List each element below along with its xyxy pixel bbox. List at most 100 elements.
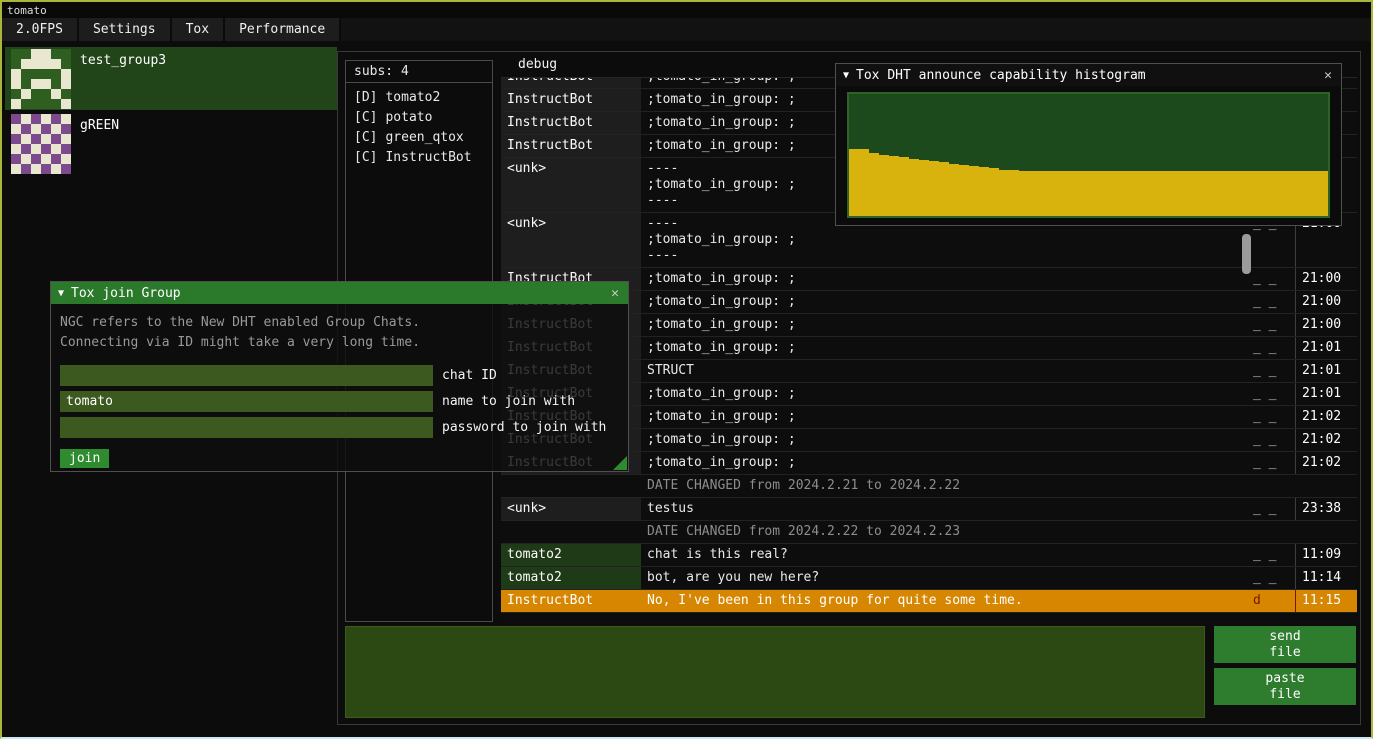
histogram-bar xyxy=(1059,171,1069,216)
message-time: 21:02 xyxy=(1295,452,1357,474)
message-sender: <unk> xyxy=(501,498,641,520)
sidebar-group-test-group3[interactable]: test_group3 xyxy=(5,47,337,110)
message-flags: _ _ xyxy=(1243,498,1295,520)
message-time: 23:38 xyxy=(1295,498,1357,520)
chat-message-row[interactable]: InstructBot;tomato_in_group: ;_ _21:00 xyxy=(501,314,1357,337)
histogram-titlebar[interactable]: ▼ Tox DHT announce capability histogram … xyxy=(836,64,1341,86)
histogram-bar xyxy=(1099,171,1109,216)
member-name: potato xyxy=(385,110,432,125)
join-body: NGC refers to the New DHT enabled Group … xyxy=(51,304,628,468)
menu-tox[interactable]: Tox xyxy=(172,18,225,41)
resize-grip-icon[interactable] xyxy=(613,456,627,470)
join-password-input[interactable] xyxy=(60,417,433,438)
chat-message-row[interactable]: <unk>testus_ _23:38 xyxy=(501,498,1357,521)
chat-message-row[interactable]: tomato2chat is this real?_ _11:09 xyxy=(501,544,1357,567)
menu-settings[interactable]: Settings xyxy=(79,18,172,41)
member-name: green_qtox xyxy=(385,130,463,145)
histogram-bar xyxy=(1149,171,1159,216)
histogram-bar xyxy=(1288,171,1298,216)
message-time: 21:01 xyxy=(1295,337,1357,359)
chat-id-input[interactable] xyxy=(60,365,433,386)
message-text: chat is this real? xyxy=(641,544,1243,566)
histogram-bar xyxy=(1079,171,1089,216)
menu-performance[interactable]: Performance xyxy=(225,18,341,41)
histogram-bar xyxy=(859,149,869,216)
chat-scrollbar-thumb[interactable] xyxy=(1242,234,1251,274)
histogram-bar xyxy=(1029,171,1039,216)
message-time: 21:01 xyxy=(1295,383,1357,405)
window-titlebar[interactable]: tomato xyxy=(2,2,1371,18)
collapse-arrow-icon[interactable]: ▼ xyxy=(843,70,849,81)
member-tomato2[interactable]: [D] tomato2 xyxy=(354,88,484,108)
histogram-bar xyxy=(849,149,859,216)
close-icon[interactable]: ✕ xyxy=(1322,68,1334,83)
message-time: 21:02 xyxy=(1295,406,1357,428)
chat-message-row[interactable]: InstructBotSTRUCT_ _21:01 xyxy=(501,360,1357,383)
message-time: 21:01 xyxy=(1295,360,1357,382)
member-potato[interactable]: [C] potato xyxy=(354,108,484,128)
message-text: ;tomato_in_group: ; xyxy=(641,406,1243,428)
member-name: InstructBot xyxy=(385,150,471,165)
member-instructbot[interactable]: [C]InstructBot xyxy=(354,148,484,168)
histogram-bar xyxy=(979,167,989,216)
chat-message-row[interactable]: tomato2bot, are you new here?_ _11:14 xyxy=(501,567,1357,590)
histogram-bar xyxy=(1228,171,1238,216)
chat-message-row[interactable]: InstructBot;tomato_in_group: ;_ _21:00 xyxy=(501,291,1357,314)
histogram-bar xyxy=(1169,171,1179,216)
histogram-window: ▼ Tox DHT announce capability histogram … xyxy=(835,63,1342,226)
message-text: bot, are you new here? xyxy=(641,567,1243,589)
close-icon[interactable]: ✕ xyxy=(609,286,621,301)
histogram-bar xyxy=(1009,170,1019,216)
message-sender: <unk> xyxy=(501,158,641,212)
message-flags: _ _ xyxy=(1243,452,1295,474)
group-name: test_group3 xyxy=(80,49,166,110)
join-info-line-1: NGC refers to the New DHT enabled Group … xyxy=(60,313,619,333)
message-text: No, I've been in this group for quite so… xyxy=(641,590,1243,612)
join-titlebar[interactable]: ▼ Tox join Group ✕ xyxy=(51,282,628,304)
sidebar-group-green[interactable]: gREEN xyxy=(5,112,337,175)
join-button[interactable]: join xyxy=(60,449,109,468)
histogram-bar xyxy=(959,165,969,216)
chat-message-row[interactable]: InstructBot;tomato_in_group: ;_ _21:02 xyxy=(501,452,1357,475)
member-tag: [D] xyxy=(354,90,377,105)
chat-message-row[interactable]: InstructBot;tomato_in_group: ;_ _21:02 xyxy=(501,429,1357,452)
message-flags: _ _ xyxy=(1243,429,1295,451)
fps-counter: 2.0FPS xyxy=(2,18,79,41)
join-name-input[interactable] xyxy=(60,391,433,412)
chat-message-row[interactable]: InstructBot;tomato_in_group: ;_ _21:00 xyxy=(501,268,1357,291)
member-green-qtox[interactable]: [C]green_qtox xyxy=(354,128,484,148)
join-password-label: password to join with xyxy=(442,420,606,435)
message-input[interactable] xyxy=(345,626,1205,718)
message-sender: InstructBot xyxy=(501,78,641,88)
message-sender: InstructBot xyxy=(501,590,641,612)
field-join-name: name to join with xyxy=(60,391,619,412)
message-flags: _ _ xyxy=(1243,383,1295,405)
menu-bar: 2.0FPS Settings Tox Performance xyxy=(2,18,1371,41)
collapse-arrow-icon[interactable]: ▼ xyxy=(58,288,64,299)
chat-message-row[interactable]: InstructBotNo, I've been in this group f… xyxy=(501,590,1357,613)
histogram-bar xyxy=(1119,171,1129,216)
message-text: ;tomato_in_group: ; xyxy=(641,337,1243,359)
message-flags: _ _ xyxy=(1243,268,1295,290)
histogram-title: Tox DHT announce capability histogram xyxy=(856,68,1315,83)
chat-message-row[interactable]: InstructBot;tomato_in_group: ;_ _21:02 xyxy=(501,406,1357,429)
message-time: 11:09 xyxy=(1295,544,1357,566)
message-time: 21:00 xyxy=(1295,268,1357,290)
member-tag: [C] xyxy=(354,110,377,125)
member-name: tomato2 xyxy=(385,90,440,105)
message-flags: _ _ xyxy=(1243,337,1295,359)
histogram-bar xyxy=(1268,171,1278,216)
chat-message-row[interactable]: InstructBot;tomato_in_group: ;_ _21:01 xyxy=(501,337,1357,360)
paste-file-button[interactable]: paste file xyxy=(1214,668,1356,705)
join-title: Tox join Group xyxy=(71,286,602,301)
message-flags: d xyxy=(1243,590,1295,612)
histogram-bar xyxy=(969,166,979,216)
message-sender: InstructBot xyxy=(501,112,641,134)
tab-debug[interactable]: debug xyxy=(501,52,567,72)
message-time: 21:00 xyxy=(1295,314,1357,336)
send-file-button[interactable]: send file xyxy=(1214,626,1356,663)
histogram-bar xyxy=(949,164,959,216)
message-sender: tomato2 xyxy=(501,544,641,566)
message-sender: tomato2 xyxy=(501,567,641,589)
chat-message-row[interactable]: InstructBot;tomato_in_group: ;_ _21:01 xyxy=(501,383,1357,406)
